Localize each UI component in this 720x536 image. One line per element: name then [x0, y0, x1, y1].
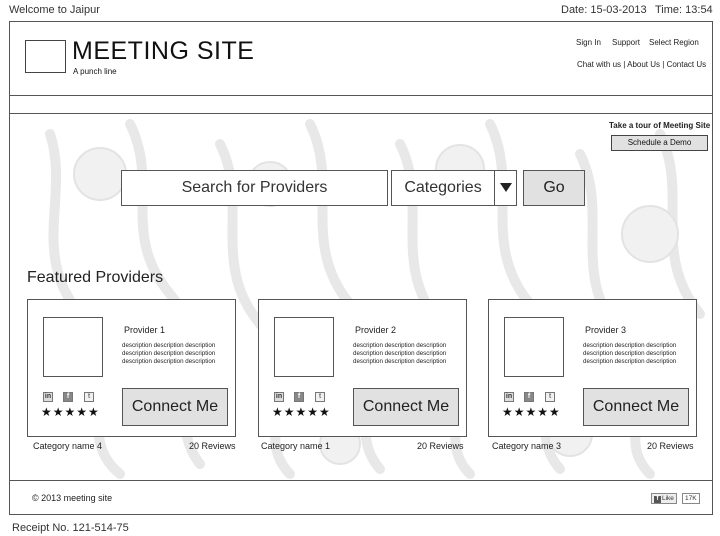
go-button[interactable]: Go	[523, 170, 585, 206]
browser-frame: MEETING SITE A punch line Sign In Suppor…	[9, 21, 713, 515]
connect-me-button[interactable]: Connect Me	[583, 388, 689, 426]
welcome-text: Welcome to Jaipur	[9, 4, 100, 16]
provider-card: Provider 2 description description descr…	[258, 299, 467, 437]
rating-stars: ★★★★★	[272, 405, 331, 419]
social-icons: in f t	[274, 392, 344, 404]
site-title[interactable]: MEETING SITE	[72, 37, 254, 66]
provider-card: Provider 3 description description descr…	[488, 299, 697, 437]
schedule-demo-button[interactable]: Schedule a Demo	[611, 135, 708, 151]
status-bar: Welcome to Jaipur Date: 15-03-2013 Time:…	[0, 0, 720, 20]
category-name[interactable]: Category name 3	[492, 441, 561, 451]
facebook-icon: f	[654, 496, 661, 503]
connect-me-button[interactable]: Connect Me	[353, 388, 459, 426]
dropdown-arrow-icon[interactable]	[500, 183, 512, 192]
linkedin-icon[interactable]: in	[274, 392, 284, 402]
provider-description: description description description desc…	[122, 342, 216, 365]
time-text: Time: 13:54	[655, 4, 713, 16]
facebook-icon[interactable]: f	[524, 392, 534, 402]
provider-name[interactable]: Provider 3	[585, 325, 626, 335]
twitter-icon[interactable]: t	[315, 392, 325, 402]
like-label: Like	[662, 495, 674, 502]
sign-in-link[interactable]: Sign In	[576, 38, 601, 47]
select-region-link[interactable]: Select Region	[649, 38, 699, 47]
receipt-number: Receipt No. 121-514-75	[12, 522, 129, 534]
provider-photo[interactable]	[504, 317, 564, 377]
twitter-icon[interactable]: t	[545, 392, 555, 402]
provider-description: description description description desc…	[353, 342, 447, 365]
site-tagline: A punch line	[73, 67, 117, 76]
site-header: MEETING SITE A punch line Sign In Suppor…	[10, 22, 712, 96]
facebook-icon[interactable]: f	[63, 392, 73, 402]
about-link[interactable]: About Us	[627, 60, 660, 69]
tour-text: Take a tour of Meeting Site	[609, 121, 711, 130]
search-input[interactable]: Search for Providers	[121, 170, 388, 206]
copyright-text: © 2013 meeting site	[32, 493, 113, 503]
provider-photo[interactable]	[43, 317, 103, 377]
rating-stars: ★★★★★	[502, 405, 561, 419]
twitter-icon[interactable]: t	[84, 392, 94, 402]
category-name[interactable]: Category name 1	[261, 441, 330, 451]
social-icons: in f t	[504, 392, 574, 404]
provider-card: Provider 1 description description descr…	[27, 299, 236, 437]
categories-select[interactable]: Categories	[391, 170, 517, 206]
social-icons: in f t	[43, 392, 113, 404]
chat-link[interactable]: Chat with us	[577, 60, 621, 69]
reviews-count[interactable]: 20 Reviews	[189, 441, 236, 451]
nav-bar	[10, 96, 712, 114]
provider-name[interactable]: Provider 1	[124, 325, 165, 335]
connect-me-button[interactable]: Connect Me	[122, 388, 228, 426]
header-sublinks: Chat with us | About Us | Contact Us	[577, 60, 706, 69]
site-footer: © 2013 meeting site f Like 17K	[10, 480, 712, 514]
reviews-count[interactable]: 20 Reviews	[417, 441, 464, 451]
rating-stars: ★★★★★	[41, 405, 100, 419]
provider-photo[interactable]	[274, 317, 334, 377]
date-text: Date: 15-03-2013	[561, 4, 647, 16]
category-name[interactable]: Category name 4	[33, 441, 102, 451]
linkedin-icon[interactable]: in	[504, 392, 514, 402]
provider-name[interactable]: Provider 2	[355, 325, 396, 335]
reviews-count[interactable]: 20 Reviews	[647, 441, 694, 451]
featured-title: Featured Providers	[27, 269, 164, 286]
contact-link[interactable]: Contact Us	[667, 60, 707, 69]
facebook-like-button[interactable]: f Like	[651, 493, 677, 504]
linkedin-icon[interactable]: in	[43, 392, 53, 402]
support-link[interactable]: Support	[612, 38, 640, 47]
provider-description: description description description desc…	[583, 342, 677, 365]
like-count: 17K	[682, 493, 700, 504]
logo-placeholder[interactable]	[25, 40, 66, 73]
facebook-icon[interactable]: f	[294, 392, 304, 402]
categories-label: Categories	[392, 171, 495, 205]
